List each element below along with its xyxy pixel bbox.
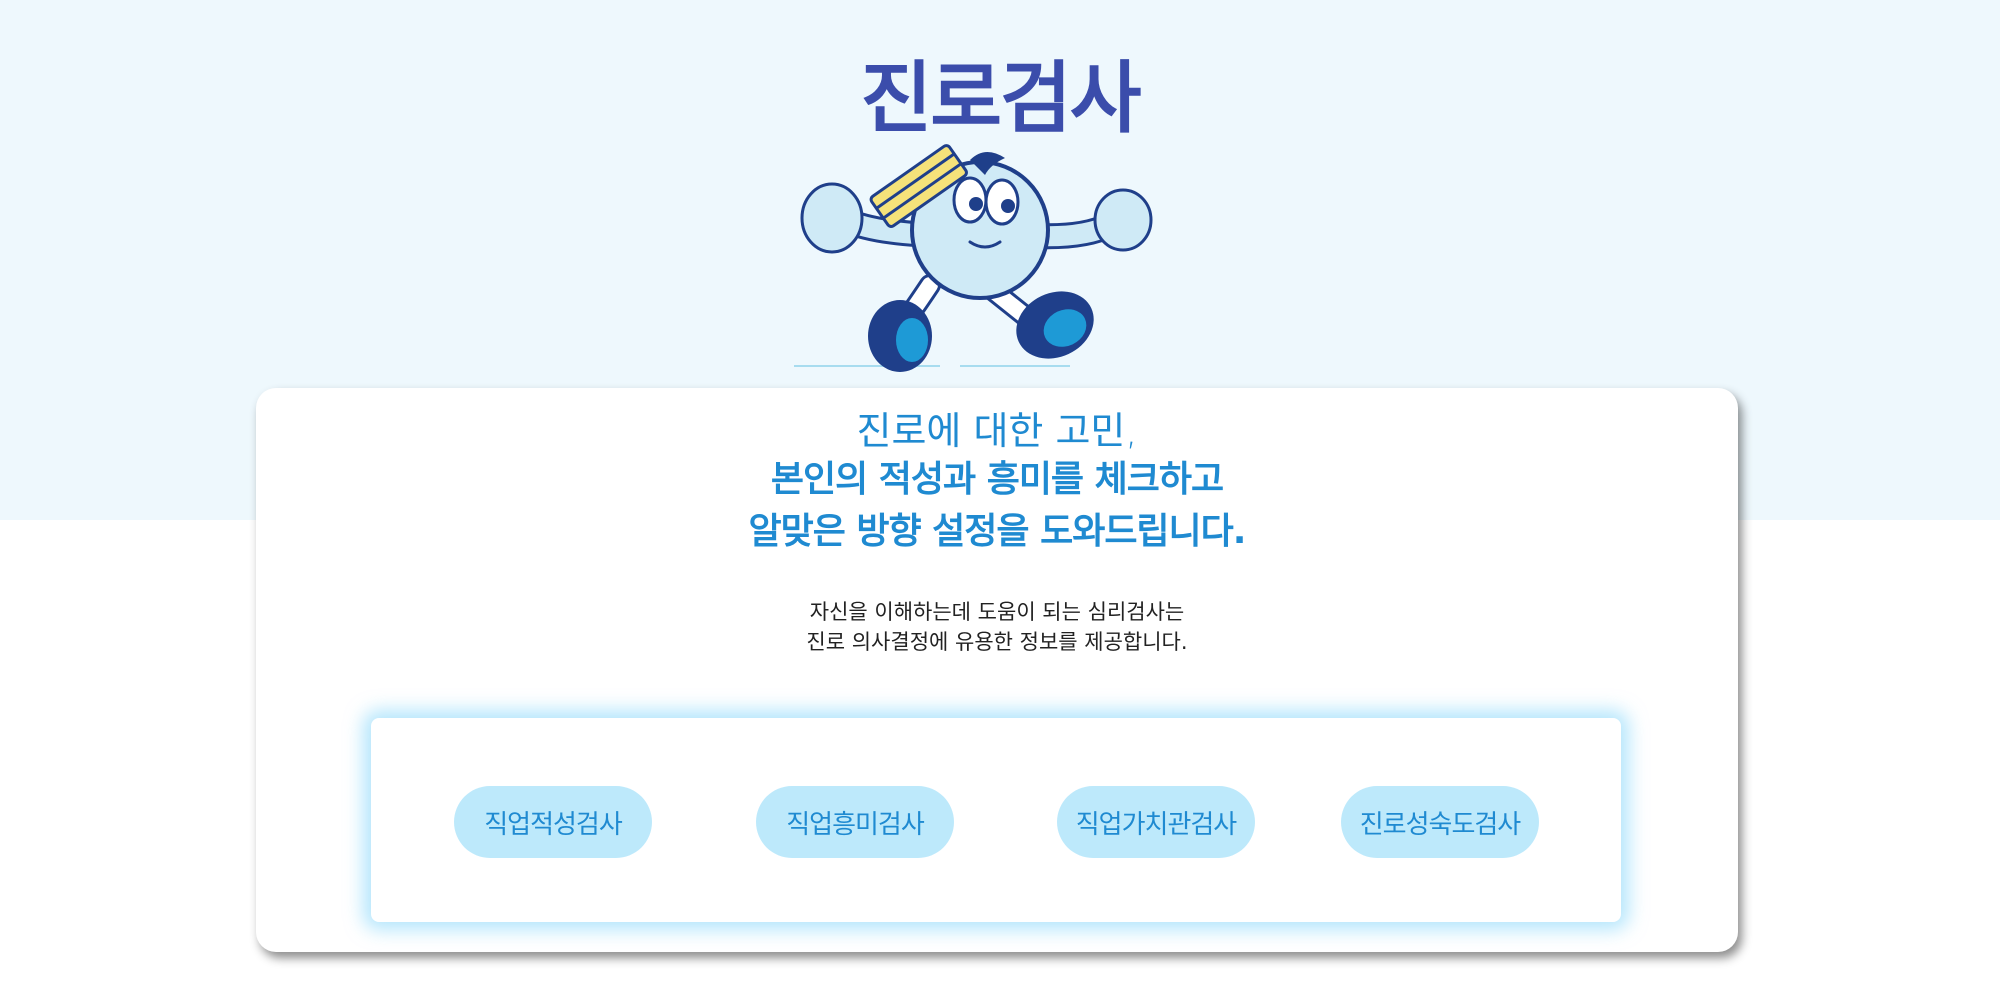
intro-card: 진로에 대한 고민, 본인의 적성과 흥미를 체크하고 알맞은 방향 설정을 도… [256,388,1738,952]
intro-headline-line-1: 본인의 적성과 흥미를 체크하고 [770,459,1224,500]
intro-description-line-2: 진로 의사결정에 유용한 정보를 제공합니다. [806,630,1188,654]
intro-lead-line: 진로에 대한 고민, [856,409,1138,453]
intro-headline-line-2: 알맞은 방향 설정을 도와드립니다. [748,511,1247,552]
page-title: 진로검사 [860,54,1141,144]
values-test-button[interactable]: 직업가치관검사 [1057,786,1255,858]
intro-description-line-1: 자신을 이해하는데 도움이 되는 심리검사는 [809,600,1185,624]
running-mascot-icon [794,144,1153,372]
aptitude-test-button[interactable]: 직업적성검사 [454,786,652,858]
career-maturity-test-button[interactable]: 진로성숙도검사 [1341,786,1539,858]
test-selection-panel: 직업적성검사 직업흥미검사 직업가치관검사 진로성숙도검사 [371,718,1621,922]
interest-test-button[interactable]: 직업흥미검사 [756,786,954,858]
